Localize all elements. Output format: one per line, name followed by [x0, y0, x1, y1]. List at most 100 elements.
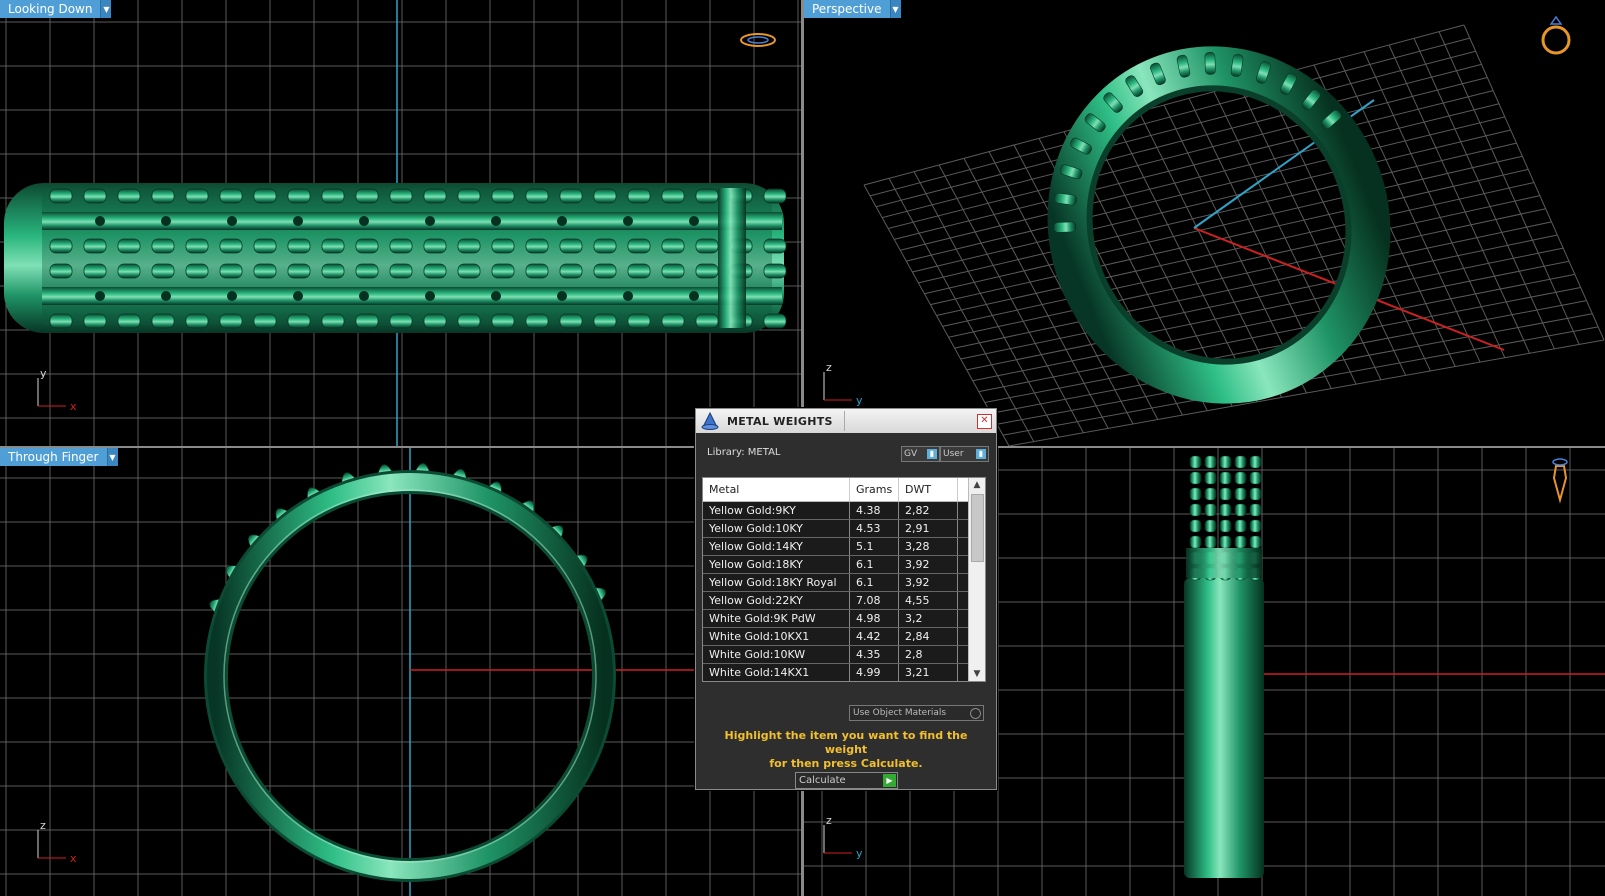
play-icon: ▶	[883, 774, 896, 787]
table-row[interactable]: White Gold:10KW 4.35 2,8	[703, 646, 985, 664]
table-row[interactable]: White Gold:14KX1 4.99 3,21	[703, 664, 985, 681]
prong	[117, 263, 141, 279]
table-row[interactable]: Yellow Gold:18KY 6.1 3,92	[703, 556, 985, 574]
viewport-perspective[interactable]: zy Perspective ▼	[804, 0, 1605, 446]
table-row[interactable]: Yellow Gold:10KY 4.53 2,91	[703, 520, 985, 538]
prong	[117, 238, 141, 254]
prong	[83, 238, 107, 254]
axis-gizmo-label-horizontal: x	[70, 852, 77, 865]
cell-dwt: 3,92	[899, 556, 958, 573]
column-header-dwt[interactable]: DWT	[899, 478, 958, 501]
perspective-canvas[interactable]: zy	[804, 0, 1605, 446]
stone-hole	[161, 216, 171, 226]
cell-dwt: 4,55	[899, 592, 958, 609]
viewport-looking-down[interactable]: yx Looking Down ▼	[0, 0, 801, 446]
prong	[627, 188, 651, 204]
prong	[1219, 503, 1232, 517]
table-row[interactable]: Yellow Gold:22KY 7.08 4,55	[703, 592, 985, 610]
calculate-button[interactable]: Calculate ▶	[795, 772, 898, 789]
stone-hole	[293, 291, 303, 301]
chevron-down-icon[interactable]: ▼	[107, 448, 118, 466]
prong	[1249, 535, 1262, 549]
table-body: Yellow Gold:9KY 4.38 2,82 Yellow Gold:10KY 4…	[703, 502, 985, 681]
user-toggle-button[interactable]: User ▮	[940, 446, 989, 462]
viewport-label-looking-down[interactable]: Looking Down ▼	[0, 0, 112, 18]
gv-toggle-button[interactable]: GV ▮	[901, 446, 940, 462]
table-row[interactable]: White Gold:9K PdW 4.98 3,2	[703, 610, 985, 628]
scroll-thumb[interactable]	[971, 494, 984, 562]
looking-down-canvas[interactable]: yx	[0, 0, 801, 446]
cell-grams: 7.08	[850, 592, 899, 609]
prong	[491, 238, 515, 254]
cell-grams: 4.99	[850, 664, 899, 681]
stone-hole	[95, 216, 105, 226]
table-row[interactable]: Yellow Gold:18KY Royal 6.1 3,92	[703, 574, 985, 592]
prong	[1219, 455, 1232, 469]
radio-icon[interactable]	[970, 708, 981, 719]
chevron-down-icon[interactable]: ▼	[890, 0, 901, 18]
prong	[763, 188, 787, 204]
use-object-materials-option[interactable]: Use Object Materials	[849, 705, 984, 721]
chevron-down-icon[interactable]: ▼	[101, 0, 112, 18]
prong	[185, 263, 209, 279]
instruction-line-2: for then press Calculate.	[769, 757, 923, 770]
prong	[525, 238, 549, 254]
prong	[355, 313, 379, 329]
table-row[interactable]: White Gold:10KX1 4.42 2,84	[703, 628, 985, 646]
stone-hole	[557, 291, 567, 301]
prong	[661, 313, 685, 329]
table-row[interactable]: Yellow Gold:14KY 5.1 3,28	[703, 538, 985, 556]
prong	[593, 263, 617, 279]
dialog-titlebar[interactable]: METAL WEIGHTS ✕	[696, 409, 996, 433]
cell-metal: White Gold:9K PdW	[703, 610, 850, 627]
cell-metal: Yellow Gold:10KY	[703, 520, 850, 537]
ring-orientation-icon-inner	[747, 36, 769, 44]
stone-hole	[689, 291, 699, 301]
close-icon[interactable]: ✕	[977, 414, 992, 429]
prong	[457, 263, 481, 279]
table-scrollbar[interactable]: ▲ ▼	[968, 478, 985, 681]
prong	[1204, 471, 1217, 485]
stone-hole	[623, 291, 633, 301]
metal-table[interactable]: Metal Grams DWT Yellow Gold:9KY 4.38 2,82 Y…	[702, 477, 986, 682]
prong	[695, 263, 719, 279]
weight-icon	[699, 410, 721, 432]
ring-view-icon-gem	[1549, 15, 1563, 25]
column-header-metal[interactable]: Metal	[703, 478, 850, 501]
cell-grams: 4.98	[850, 610, 899, 627]
perspective-grid-line	[936, 182, 1535, 316]
viewport-through-finger[interactable]: zx Through Finger ▼	[0, 448, 801, 896]
prong	[321, 313, 345, 329]
prong	[695, 238, 719, 254]
stone-hole	[689, 216, 699, 226]
stone-hole	[359, 291, 369, 301]
scroll-down-icon[interactable]: ▼	[969, 667, 985, 681]
axis-gizmo-label-horizontal: y	[856, 394, 863, 407]
scroll-up-icon[interactable]: ▲	[969, 478, 985, 492]
prong	[627, 263, 651, 279]
prong	[389, 188, 413, 204]
stone-hole	[95, 291, 105, 301]
through-finger-canvas[interactable]: zx	[0, 448, 801, 896]
viewport-label-through-finger[interactable]: Through Finger ▼	[0, 448, 118, 466]
viewport-label-text: Looking Down	[0, 0, 102, 18]
cell-metal: Yellow Gold:9KY	[703, 502, 850, 519]
prong	[1204, 535, 1217, 549]
cell-dwt: 3,92	[899, 574, 958, 591]
prong	[49, 238, 73, 254]
instruction-line-1: Highlight the item you want to find the …	[724, 729, 968, 756]
viewport-label-perspective[interactable]: Perspective ▼	[804, 0, 901, 18]
prong	[185, 238, 209, 254]
table-row[interactable]: Yellow Gold:9KY 4.38 2,82	[703, 502, 985, 520]
ring-view-icon	[1541, 25, 1571, 55]
prong	[627, 238, 651, 254]
cell-dwt: 2,84	[899, 628, 958, 645]
prong	[1234, 535, 1247, 549]
viewport-label-text: Perspective	[804, 0, 891, 18]
stone-hole	[425, 216, 435, 226]
column-header-grams[interactable]: Grams	[850, 478, 899, 501]
prong	[491, 188, 515, 204]
prong	[355, 263, 379, 279]
prong	[151, 188, 175, 204]
prong	[355, 188, 379, 204]
